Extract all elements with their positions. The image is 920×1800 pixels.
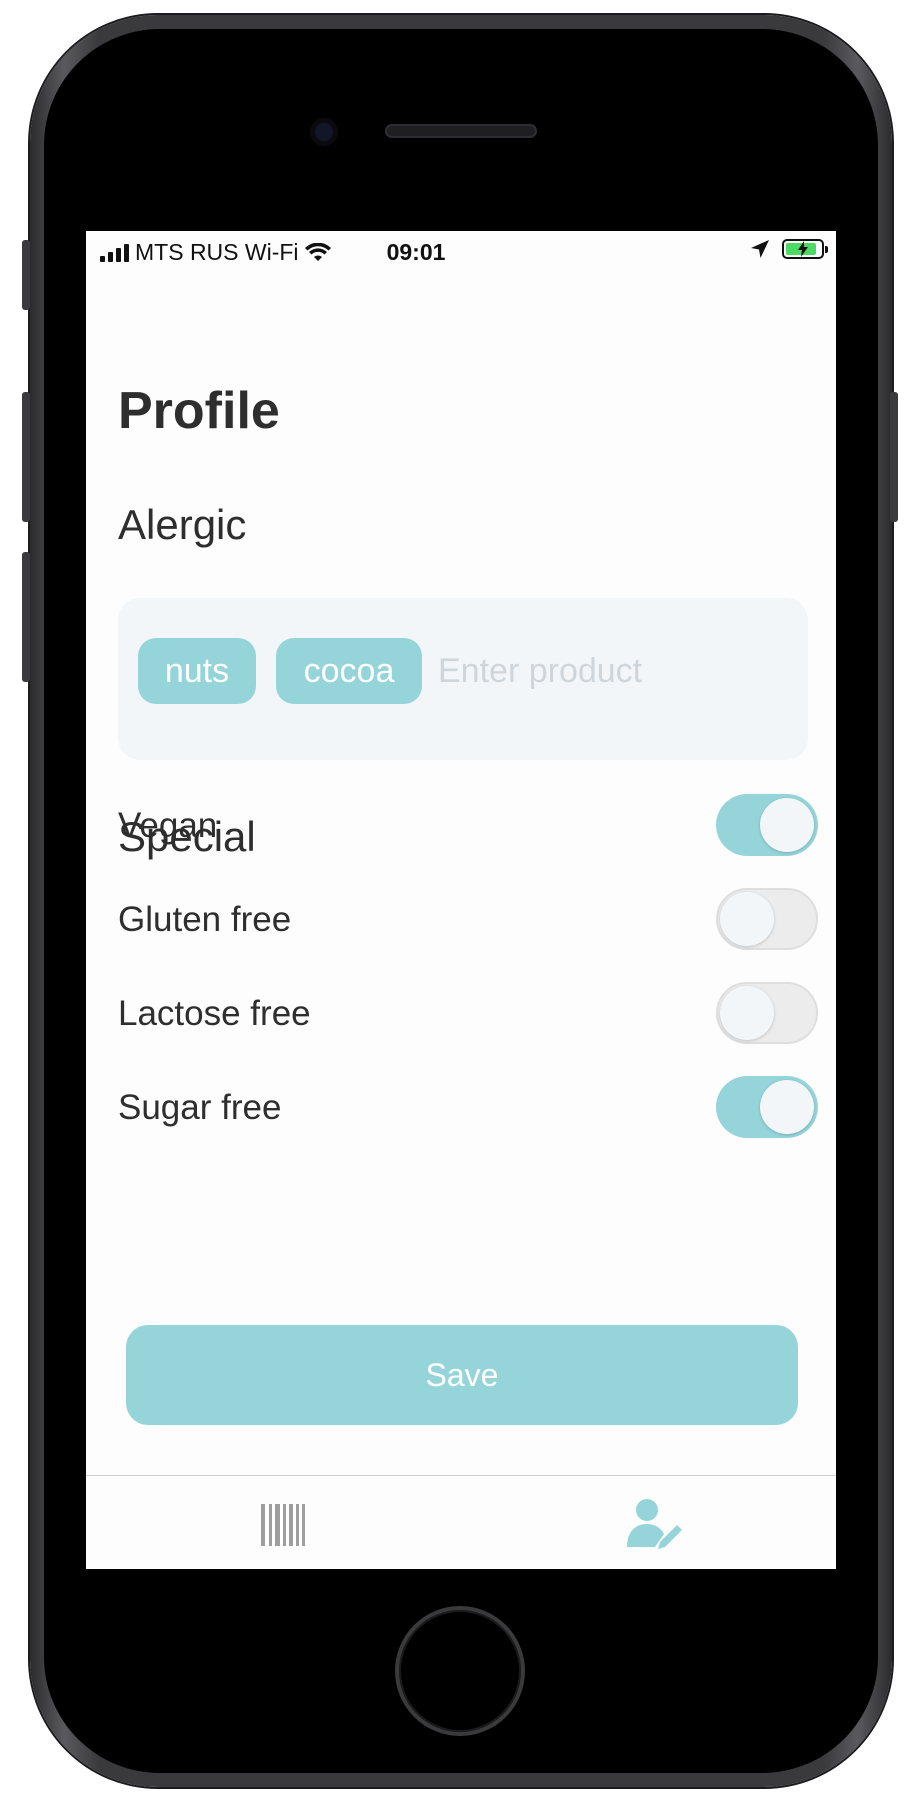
tag-chip-nuts[interactable]: nuts — [138, 638, 256, 704]
charging-bolt-icon — [798, 241, 808, 257]
app-screen: MTS RUS Wi-Fi 09:01 Profile Alergic nuts… — [86, 231, 836, 1569]
toggle-knob — [760, 798, 814, 852]
location-arrow-icon — [751, 240, 769, 258]
page-title: Profile — [118, 382, 280, 440]
option-row-gluten-free: Gluten free — [118, 888, 818, 952]
option-row-lactose-free: Lactose free — [118, 982, 818, 1046]
save-button[interactable]: Save — [126, 1325, 798, 1425]
battery-icon — [782, 239, 828, 259]
volume-up-button — [22, 392, 30, 522]
tag-chip-cocoa[interactable]: cocoa — [276, 638, 422, 704]
sugar-free-toggle[interactable] — [716, 1076, 818, 1138]
barcode-icon — [261, 1504, 305, 1546]
vegan-toggle[interactable] — [716, 794, 818, 856]
mute-switch — [22, 240, 30, 310]
option-label: Lactose free — [118, 994, 311, 1033]
tab-profile[interactable] — [620, 1490, 690, 1560]
option-label: Vegan — [118, 806, 218, 845]
toggle-knob — [720, 986, 774, 1040]
power-button — [890, 392, 898, 522]
earpiece-speaker — [385, 124, 537, 138]
product-input[interactable] — [438, 638, 778, 704]
profile-edit-icon — [627, 1499, 682, 1549]
lactose-free-toggle[interactable] — [716, 982, 818, 1044]
tab-bar — [86, 1475, 836, 1569]
volume-down-button — [22, 552, 30, 682]
tab-scanner[interactable] — [248, 1490, 318, 1560]
toggle-knob — [760, 1080, 814, 1134]
status-time: 09:01 — [386, 239, 446, 265]
status-right — [750, 239, 828, 259]
option-row-sugar-free: Sugar free — [118, 1076, 818, 1140]
toggle-knob — [720, 892, 774, 946]
option-label: Sugar free — [118, 1088, 282, 1127]
allergic-heading: Alergic — [118, 501, 247, 548]
option-label: Gluten free — [118, 900, 292, 939]
home-button[interactable] — [395, 1606, 525, 1736]
front-camera — [310, 118, 338, 146]
status-bar: MTS RUS Wi-Fi 09:01 — [86, 231, 836, 275]
allergic-tags-field[interactable]: nuts cocoa — [118, 598, 808, 760]
option-row-vegan: Vegan — [118, 794, 818, 858]
gluten-free-toggle[interactable] — [716, 888, 818, 950]
